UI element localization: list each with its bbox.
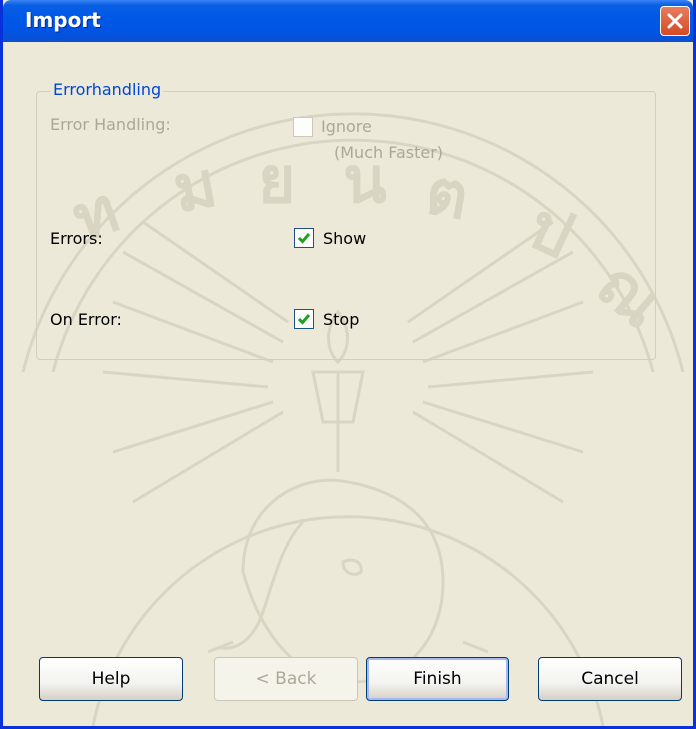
stop-checkbox[interactable] xyxy=(294,309,314,329)
help-button[interactable]: Help xyxy=(39,657,183,701)
checkmark-icon xyxy=(297,233,311,244)
checkmark-icon xyxy=(297,314,311,325)
close-button[interactable] xyxy=(660,6,690,36)
title-bar[interactable]: Import xyxy=(3,0,693,42)
window-title: Import xyxy=(25,8,101,32)
groupbox-legend: Errorhandling xyxy=(51,80,164,99)
cancel-button[interactable]: Cancel xyxy=(538,657,682,701)
finish-button[interactable]: Finish xyxy=(366,657,509,701)
ignore-option-note: (Much Faster) xyxy=(334,143,444,162)
stop-option-label: Stop xyxy=(323,310,360,329)
show-checkbox[interactable] xyxy=(294,228,314,248)
import-dialog: Import ท ม ย น ต ป ณ Errorhandling Error… xyxy=(0,0,696,729)
errors-label: Errors: xyxy=(50,229,103,248)
ignore-option-label: Ignore xyxy=(321,117,372,136)
error-handling-label: Error Handling: xyxy=(50,115,171,134)
close-icon xyxy=(667,13,683,29)
on-error-label: On Error: xyxy=(50,310,122,329)
show-option-label: Show xyxy=(323,229,367,248)
back-button[interactable]: < Back xyxy=(214,657,358,701)
ignore-checkbox[interactable] xyxy=(293,117,313,137)
